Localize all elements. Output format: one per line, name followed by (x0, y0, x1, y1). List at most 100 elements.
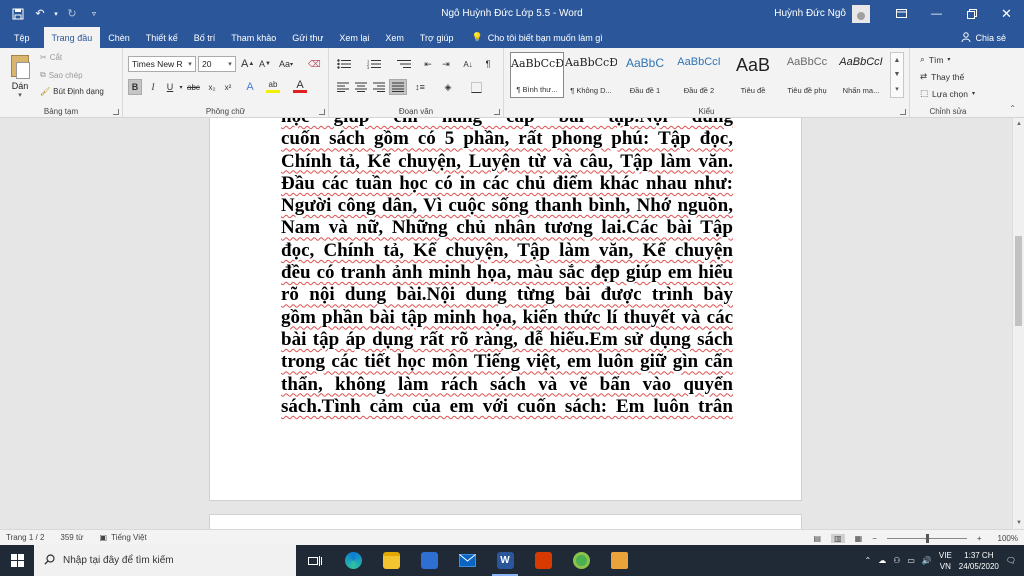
document-area[interactable]: học giúp em nâng cấp bài tập.Nội dung cu… (0, 118, 1012, 529)
more-styles-icon[interactable]: ▾ (895, 85, 899, 93)
text-line[interactable]: trong các tiết học môn Tiếng việt, em lu… (281, 351, 733, 373)
coccoc-browser-icon[interactable] (562, 545, 600, 576)
styles-gallery-scroller[interactable]: ▲ ▼ ▾ (890, 52, 904, 98)
tab-review[interactable]: Xem lại (331, 27, 377, 48)
taskbar-search[interactable]: Nhập tại đây để tìm kiếm (34, 545, 296, 576)
font-launcher-icon[interactable] (319, 109, 325, 115)
tab-mailings[interactable]: Gửi thư (284, 27, 331, 48)
start-button[interactable] (0, 545, 34, 576)
text-line[interactable]: Đầu các tuần học có in các chủ điểm khác… (281, 173, 733, 195)
input-language[interactable]: VIE VN (939, 550, 952, 572)
zoom-knob[interactable] (925, 533, 929, 543)
zoom-in-button[interactable]: + (977, 534, 982, 543)
style-heading-2[interactable]: AaBbCcI Đầu đề 2 (672, 52, 726, 98)
clear-formatting-icon[interactable]: ⌫ (306, 56, 323, 72)
file-explorer-icon[interactable] (372, 545, 410, 576)
format-painter-button[interactable]: 🖌 Bút Định dạng (40, 87, 104, 96)
tab-insert[interactable]: Chèn (100, 27, 138, 48)
undo-dropdown-icon[interactable]: ▾ (52, 4, 60, 24)
scroll-down-icon[interactable]: ▼ (1013, 517, 1024, 529)
tab-help[interactable]: Trợ giúp (412, 27, 462, 48)
vertical-scrollbar[interactable]: ▲ ▼ (1012, 118, 1024, 529)
share-button[interactable]: Chia sẻ (961, 27, 1006, 48)
weather-icon[interactable]: ☁ (878, 556, 886, 565)
customize-qat-icon[interactable]: ▿ (84, 4, 104, 24)
show-marks-button[interactable]: ¶ (481, 56, 495, 72)
text-line[interactable]: Người công dân, Vì cuộc sống thanh bình,… (281, 195, 733, 217)
volume-icon[interactable]: 🔊 (922, 556, 932, 565)
highlight-button[interactable]: ab (266, 79, 280, 93)
app-icon[interactable] (600, 545, 638, 576)
battery-icon[interactable]: ▭ (907, 556, 915, 565)
ribbon-display-options-icon[interactable] (884, 0, 919, 27)
tell-me-box[interactable]: 💡 Cho tôi biết bạn muốn làm gì (471, 27, 602, 48)
multilevel-list-icon[interactable] (395, 56, 413, 72)
notifications-icon[interactable]: 🗨 (1006, 556, 1016, 565)
paragraph-launcher-icon[interactable] (494, 109, 500, 115)
text-line[interactable]: Nam và nữ, Những chủ nhân tương lai.Các … (281, 217, 733, 239)
strikethrough-button[interactable]: abc (185, 79, 202, 95)
copy-button[interactable]: ⧉ Sao chép (40, 70, 83, 80)
align-left-icon[interactable] (335, 79, 351, 95)
text-line[interactable]: Chính tả, Kể chuyện, Luyện từ và câu, Tậ… (281, 151, 733, 173)
people-icon[interactable]: ⚇ (893, 556, 900, 565)
line-spacing-icon[interactable]: ↕≡ (413, 79, 427, 95)
store-icon[interactable] (410, 545, 448, 576)
style-heading-1[interactable]: AaBbC Đầu đề 1 (618, 52, 672, 98)
find-button[interactable]: ⌕ Tìm ▾ (920, 54, 950, 65)
sort-icon[interactable]: A↓ (461, 56, 475, 72)
collapse-ribbon-icon[interactable]: ⌃ (1009, 104, 1016, 113)
word-icon[interactable]: W (486, 545, 524, 576)
text-line[interactable]: đều có tranh ảnh minh họa, màu sắc đẹp g… (281, 262, 733, 284)
chevron-down-icon[interactable]: ▼ (894, 71, 901, 78)
office-icon[interactable] (524, 545, 562, 576)
text-line[interactable]: gồm phần bài tập minh họa, kiến thức lí … (281, 307, 733, 329)
text-line[interactable]: đọc, Chính tả, Kể chuyện, Tập làm văn, K… (281, 240, 733, 262)
redo-icon[interactable]: ↻ (62, 4, 82, 24)
mail-icon[interactable] (448, 545, 486, 576)
style-subtitle[interactable]: AaBbCc Tiêu đề phụ (780, 52, 834, 98)
text-line[interactable]: cuốn sách gồm có 5 phần, rất phong phú: … (281, 128, 733, 150)
text-line[interactable]: học giúp em nâng cấp bài tập.Nội dung (281, 118, 733, 128)
shrink-font-button[interactable]: A ▼ (257, 56, 273, 72)
word-count[interactable]: 359 từ (60, 533, 83, 542)
replace-button[interactable]: ⇄ Thay thế (920, 71, 964, 82)
superscript-button[interactable]: x² (221, 79, 235, 95)
style-title[interactable]: AaB Tiêu đề (726, 52, 780, 98)
chevron-up-icon[interactable]: ⌃ (864, 556, 871, 565)
tab-view[interactable]: Xem (377, 27, 412, 48)
styles-launcher-icon[interactable] (900, 109, 906, 115)
change-case-button[interactable]: Aa ▾ (277, 56, 295, 72)
clipboard-launcher-icon[interactable] (113, 109, 119, 115)
text-line[interactable]: bài tập áp dụng rất rõ ràng, dễ hiểu.Em … (281, 329, 733, 351)
paste-button[interactable]: Dán ▾ (6, 53, 34, 101)
align-center-icon[interactable] (353, 79, 369, 95)
minimize-icon[interactable]: — (919, 0, 954, 27)
save-icon[interactable] (8, 4, 28, 24)
avatar[interactable] (852, 4, 870, 23)
undo-icon[interactable]: ↶ (30, 4, 50, 24)
chevron-up-icon[interactable]: ▲ (894, 57, 901, 64)
font-color-button[interactable]: A (293, 79, 307, 93)
grow-font-button[interactable]: A ▲ (239, 56, 256, 72)
shading-icon[interactable]: ◈ (441, 79, 455, 95)
clock[interactable]: 1:37 CH 24/05/2020 (959, 550, 999, 572)
tab-home[interactable]: Trang đầu (43, 27, 101, 48)
print-layout-icon[interactable]: ▥ (831, 533, 845, 543)
document-body[interactable]: học giúp em nâng cấp bài tập.Nội dung cu… (281, 118, 733, 418)
scroll-up-icon[interactable]: ▲ (1013, 118, 1024, 130)
read-mode-icon[interactable]: ▤ (814, 534, 822, 543)
page-1[interactable]: học giúp em nâng cấp bài tập.Nội dung cu… (209, 118, 802, 501)
zoom-out-button[interactable]: − (872, 534, 877, 543)
select-button[interactable]: ⬚ Lựa chọn ▾ (920, 88, 975, 99)
language-indicator[interactable]: ▣ Tiếng Việt (100, 533, 147, 542)
scroll-thumb[interactable] (1015, 236, 1022, 326)
decrease-indent-icon[interactable]: ⇤ (421, 56, 435, 72)
zoom-slider[interactable] (886, 533, 967, 543)
align-right-icon[interactable] (371, 79, 387, 95)
italic-button[interactable]: I (146, 79, 160, 95)
font-size-combo[interactable]: 20 ▾ (198, 56, 236, 72)
tab-file[interactable]: Tệp (0, 27, 44, 48)
tab-references[interactable]: Tham khảo (223, 27, 284, 48)
text-effects-button[interactable]: A (243, 79, 257, 95)
